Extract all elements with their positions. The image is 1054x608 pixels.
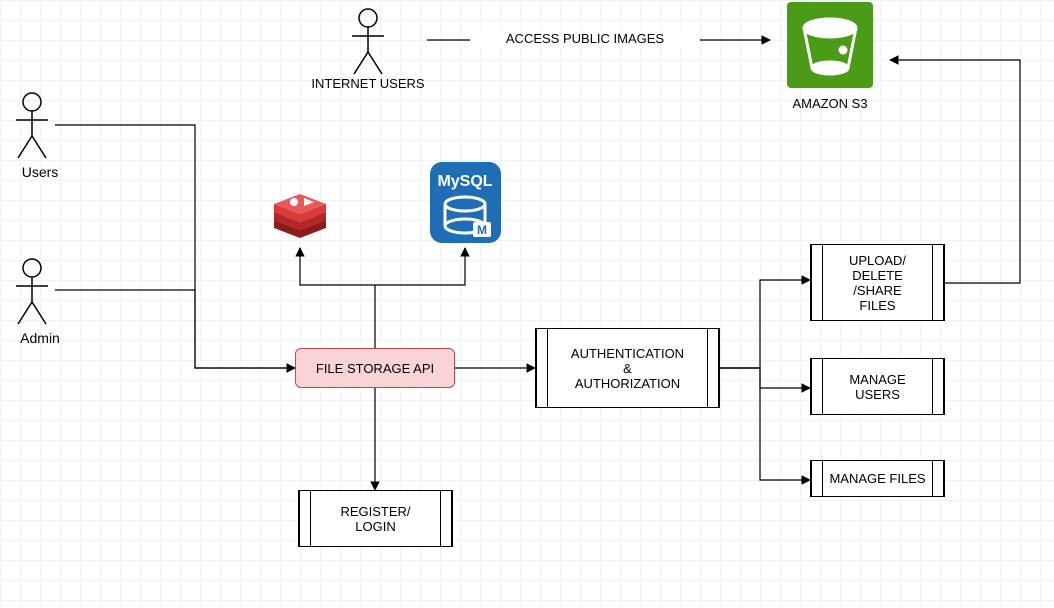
redis bbox=[268, 182, 332, 249]
s3-bucket-icon bbox=[785, 0, 875, 90]
stick-figure-icon bbox=[10, 92, 54, 160]
register-login-label: REGISTER/ LOGIN bbox=[340, 504, 410, 534]
stick-figure-icon bbox=[10, 258, 54, 326]
auth-box-label: AUTHENTICATION & AUTHORIZATION bbox=[571, 346, 684, 391]
mysql: MySQL M bbox=[428, 160, 503, 248]
redis-icon bbox=[268, 182, 332, 246]
actor-internet-users-label: INTERNET USERS bbox=[303, 76, 433, 93]
stick-figure-icon bbox=[346, 8, 390, 76]
auth-box: AUTHENTICATION & AUTHORIZATION bbox=[535, 328, 720, 408]
upload-delete-share-box: UPLOAD/ DELETE /SHARE FILES bbox=[810, 244, 945, 321]
file-storage-api: FILE STORAGE API bbox=[295, 348, 455, 388]
mysql-icon: MySQL M bbox=[428, 160, 503, 245]
edge-label-access-public-images: ACCESS PUBLIC IMAGES bbox=[470, 31, 700, 48]
actor-admin: Admin bbox=[10, 258, 70, 347]
actor-internet-users: INTERNET USERS bbox=[303, 8, 433, 93]
amazon-s3: AMAZON S3 bbox=[775, 0, 885, 113]
actor-admin-label: Admin bbox=[10, 329, 70, 347]
mysql-icon-text: MySQL bbox=[437, 173, 492, 190]
svg-text:M: M bbox=[477, 223, 487, 237]
register-login-box: REGISTER/ LOGIN bbox=[298, 490, 453, 547]
manage-files-box: MANAGE FILES bbox=[810, 460, 945, 497]
file-storage-api-label: FILE STORAGE API bbox=[316, 361, 434, 376]
actor-users: Users bbox=[10, 92, 70, 181]
manage-users-label: MANAGE USERS bbox=[849, 372, 905, 402]
amazon-s3-label: AMAZON S3 bbox=[775, 96, 885, 113]
manage-users-box: MANAGE USERS bbox=[810, 358, 945, 415]
upload-delete-share-label: UPLOAD/ DELETE /SHARE FILES bbox=[849, 253, 906, 313]
manage-files-label: MANAGE FILES bbox=[829, 471, 925, 486]
actor-users-label: Users bbox=[10, 163, 70, 181]
